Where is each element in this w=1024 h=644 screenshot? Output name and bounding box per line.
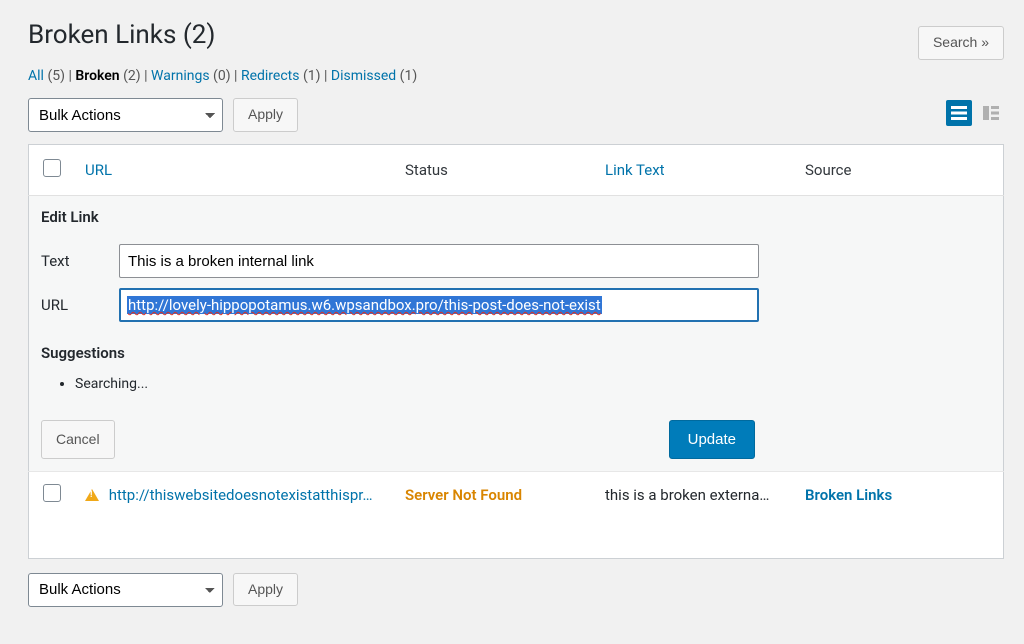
filter-redirects-count: (1) [303,68,321,84]
warning-icon [85,489,99,501]
cancel-button[interactable]: Cancel [41,420,115,459]
update-button[interactable]: Update [669,420,755,459]
select-all-checkbox[interactable] [43,159,61,177]
filter-dismissed[interactable]: Dismissed [331,68,396,84]
filter-all[interactable]: All [28,68,44,84]
filter-warnings-count: (0) [213,68,231,84]
col-linktext[interactable]: Link Text [605,161,665,179]
row-status: Server Not Found [405,486,522,504]
filter-broken-count: (2) [123,68,141,84]
edit-text-label: Text [41,252,119,270]
apply-button-top[interactable]: Apply [233,98,298,132]
search-button[interactable]: Search » [918,26,1004,60]
edit-url-label: URL [41,296,119,314]
edit-url-value: http://lovely-hippopotamus.w6.wpsandbox.… [127,296,602,314]
links-table: URL Status Link Text Source Edit Link Te… [28,144,1004,559]
filter-redirects[interactable]: Redirects [241,68,300,84]
filter-bar: All (5) | Broken (2) | Warnings (0) | Re… [28,68,1004,84]
edit-link-heading: Edit Link [41,208,991,226]
filter-broken[interactable]: Broken [75,68,119,84]
bulk-actions-select-top[interactable]: Bulk Actions [28,98,223,132]
filter-all-count: (5) [47,68,65,84]
table-row: http://thiswebsitedoesnotexistatthispr… … [29,472,1004,519]
list-view-icon[interactable] [946,100,972,126]
edit-url-input[interactable]: http://lovely-hippopotamus.w6.wpsandbox.… [119,288,759,322]
col-source: Source [793,145,1004,196]
col-url[interactable]: URL [85,161,112,179]
row-linktext: this is a broken externa… [593,472,793,519]
col-status: Status [393,145,593,196]
page-title: Broken Links (2) [28,20,1004,50]
row-source-link[interactable]: Broken Links [805,486,892,504]
edit-link-row: Edit Link Text URL http://lovely-hippopo… [29,196,1004,472]
filter-dismissed-count: (1) [400,68,418,84]
excerpt-view-icon[interactable] [978,100,1004,126]
suggestion-searching: Searching... [75,376,991,392]
apply-button-bottom[interactable]: Apply [233,573,298,607]
row-url-link[interactable]: http://thiswebsitedoesnotexistatthispr… [109,486,373,504]
edit-text-input[interactable] [119,244,759,278]
suggestions-heading: Suggestions [41,344,991,362]
bulk-actions-select-bottom[interactable]: Bulk Actions [28,573,223,607]
filter-warnings[interactable]: Warnings [151,68,210,84]
row-checkbox[interactable] [43,484,61,502]
